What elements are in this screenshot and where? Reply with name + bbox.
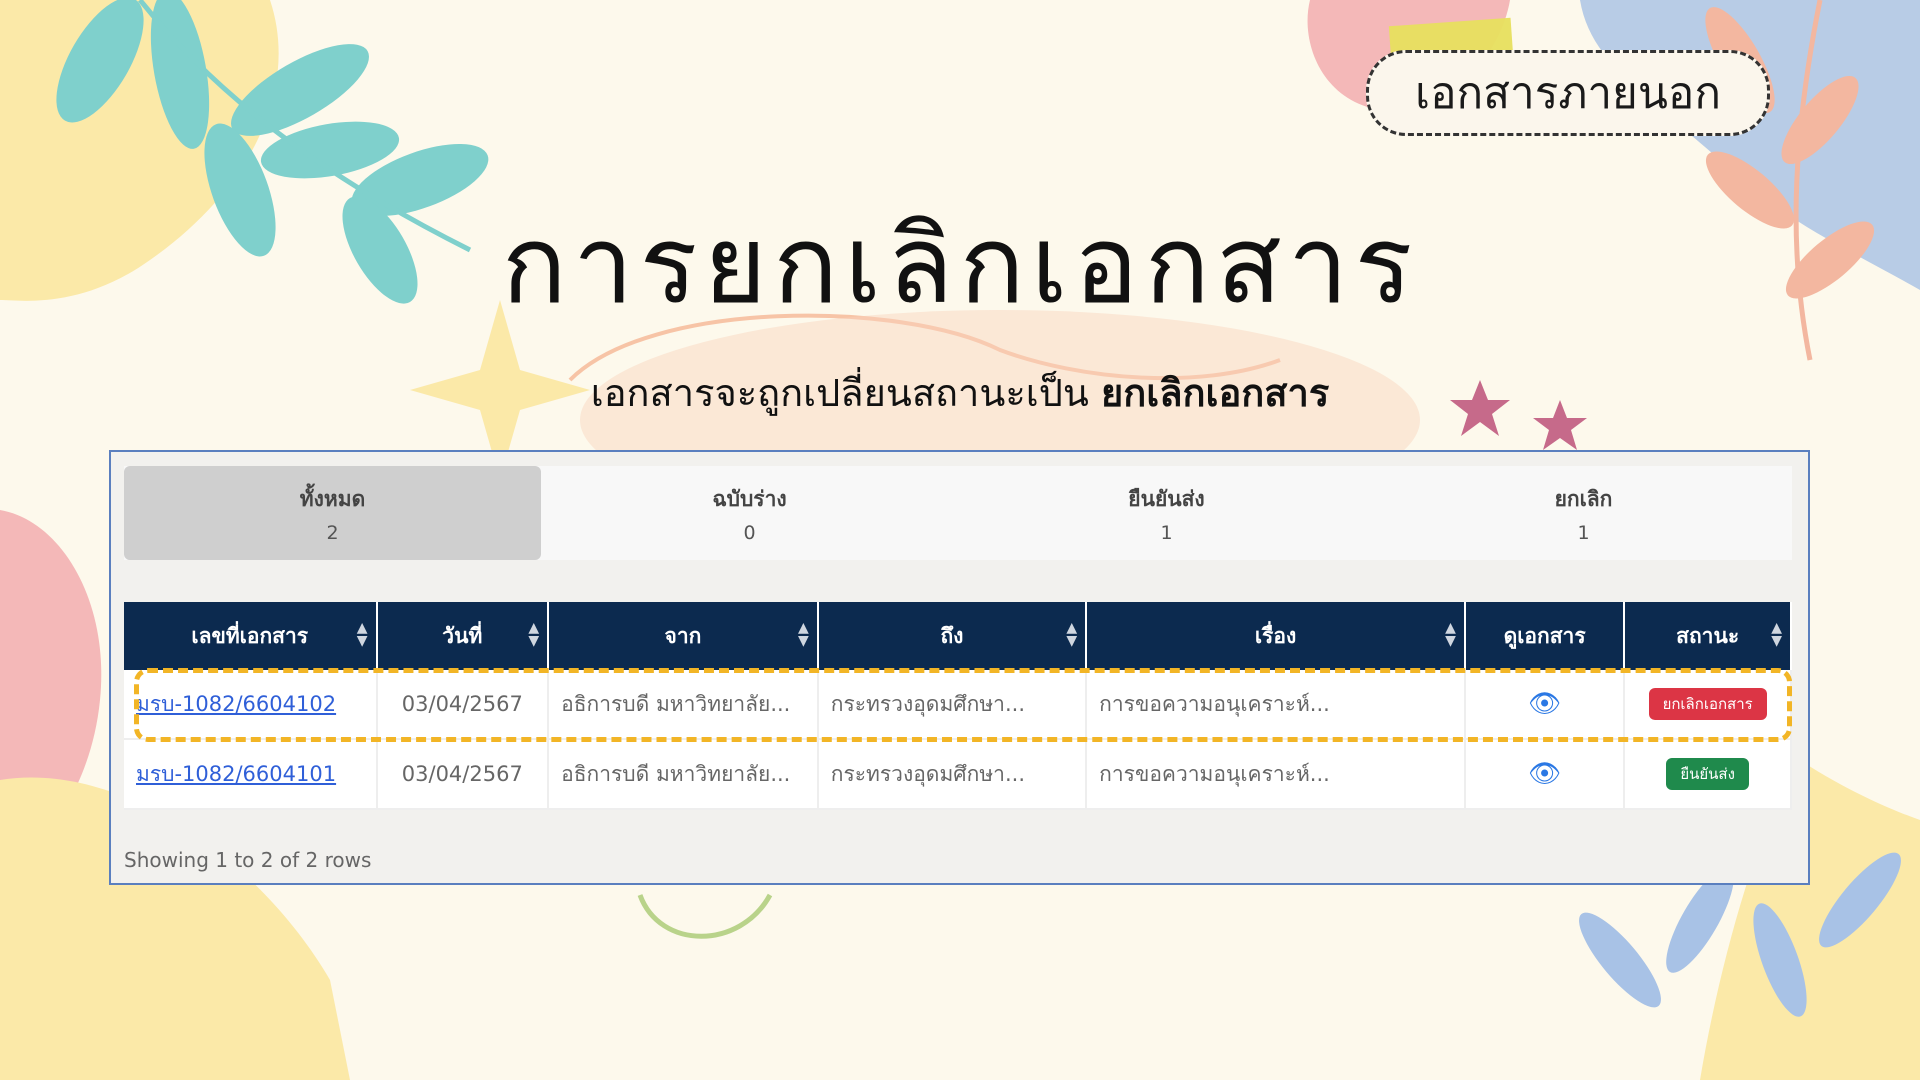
- pagination-info: Showing 1 to 2 of 2 rows: [124, 848, 372, 872]
- column-header-date[interactable]: วันที่ ▲ ▼: [376, 602, 550, 670]
- column-header-doc-no[interactable]: เลขที่เอกสาร ▲ ▼: [124, 602, 378, 670]
- column-header-from[interactable]: จาก ▲ ▼: [548, 602, 819, 670]
- tab-count: 0: [743, 521, 756, 544]
- page-title: การยกเลิกเอกสาร: [501, 203, 1419, 328]
- sort-icon: ▲ ▼: [1771, 620, 1782, 649]
- tab-cancelled[interactable]: ยกเลิก 1: [1375, 466, 1792, 560]
- column-header-subject[interactable]: เรื่อง ▲ ▼: [1086, 602, 1466, 670]
- tab-label: ฉบับร่าง: [712, 486, 787, 511]
- header-tag: เอกสารภายนอก: [1366, 50, 1770, 136]
- column-header-view: ดูเอกสาร: [1464, 602, 1626, 670]
- tab-label: ทั้งหมด: [299, 486, 366, 511]
- tab-all[interactable]: ทั้งหมด 2: [124, 466, 541, 560]
- subtitle-prefix: เอกสารจะถูกเปลี่ยนสถานะเป็น: [590, 371, 1089, 415]
- tab-count: 1: [1160, 521, 1173, 544]
- status-tabs: ทั้งหมด 2 ฉบับร่าง 0 ยืนยันส่ง 1 ยกเลิก …: [124, 466, 1792, 560]
- page-subtitle: เอกสารจะถูกเปลี่ยนสถานะเป็น ยกเลิกเอกสาร: [0, 362, 1920, 423]
- tab-draft[interactable]: ฉบับร่าง 0: [541, 466, 958, 560]
- to-cell: กระทรวงอุดมศึกษา...: [817, 739, 1088, 810]
- sort-icon: ▲ ▼: [1066, 620, 1078, 649]
- date-cell: 03/04/2567: [376, 739, 550, 810]
- sort-icon: ▲ ▼: [797, 620, 809, 649]
- tab-label: ยืนยันส่ง: [1128, 486, 1205, 511]
- status-badge: ยืนยันส่ง: [1666, 758, 1749, 790]
- subject-cell: การขอความอนุเคราะห์...: [1086, 739, 1466, 810]
- document-list-panel: ทั้งหมด 2 ฉบับร่าง 0 ยืนยันส่ง 1 ยกเลิก …: [109, 450, 1810, 885]
- column-header-status[interactable]: สถานะ ▲ ▼: [1624, 602, 1792, 670]
- doc-number-link[interactable]: มรบ-1082/6604101: [136, 762, 336, 786]
- tab-confirmed[interactable]: ยืนยันส่ง 1: [958, 466, 1375, 560]
- column-header-to[interactable]: ถึง ▲ ▼: [817, 602, 1088, 670]
- sort-icon: ▲ ▼: [1445, 620, 1456, 649]
- row-highlight-outline: [134, 668, 1792, 742]
- tab-count: 1: [1577, 521, 1590, 544]
- subtitle-emphasis: ยกเลิกเอกสาร: [1100, 371, 1330, 415]
- from-cell: อธิการบดี มหาวิทยาลัย...: [548, 739, 819, 810]
- sort-icon: ▲ ▼: [528, 620, 540, 649]
- tab-label: ยกเลิก: [1554, 486, 1613, 511]
- sort-icon: ▲ ▼: [356, 620, 368, 649]
- eye-icon[interactable]: 👁: [1528, 759, 1561, 789]
- tab-count: 2: [326, 521, 339, 544]
- table-row: มรบ-1082/6604101 03/04/2567 อธิการบดี มห…: [124, 739, 1792, 810]
- table-header-row: เลขที่เอกสาร ▲ ▼ วันที่ ▲ ▼ จาก ▲ ▼ ถึง ▲ ▼ เรื่…: [124, 602, 1792, 670]
